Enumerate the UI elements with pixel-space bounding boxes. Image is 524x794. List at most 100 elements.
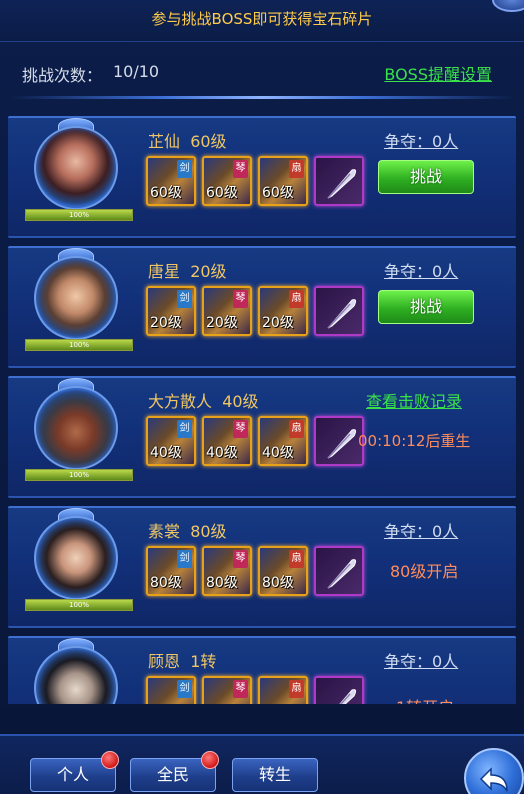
hp-text: 100% [68, 341, 89, 349]
reward-item-zither[interactable]: 琴 20级 [202, 286, 252, 336]
boss-list[interactable]: 100% 芷仙 60级 剑 60级 琴 60级 扇 60级 争夺：0人 挑战 1… [0, 112, 524, 704]
boss-name: 顾恩 [148, 652, 181, 671]
boss-name: 唐星 [148, 262, 181, 281]
reward-item-sword[interactable]: 剑 40级 [146, 416, 196, 466]
boss-portrait[interactable] [28, 508, 124, 604]
notice-text: 参与挑战BOSS即可获得宝石碎片 [151, 10, 373, 28]
reward-item-zither[interactable]: 琴 [202, 676, 252, 704]
boss-name: 素裳 [148, 522, 181, 541]
item-level: 20级 [150, 315, 182, 331]
reward-item-sword[interactable]: 剑 20级 [146, 286, 196, 336]
respawn-timer: 00:10:12后重生 [358, 432, 471, 450]
reward-item-sword[interactable]: 剑 [146, 676, 196, 704]
item-level: 20级 [262, 315, 294, 331]
reward-item-fan[interactable]: 扇 60级 [258, 156, 308, 206]
unlock-status: 1转开启 [396, 694, 454, 704]
contest-count[interactable]: 争夺：0人 [384, 128, 458, 152]
tab-personal-label: 个人 [56, 765, 89, 784]
hp-bar: 100% [25, 339, 133, 351]
notification-dot [201, 751, 219, 769]
boss-challenge-panel: 参与挑战BOSS即可获得宝石碎片 挑战次数： 10/10 BOSS提醒设置 10… [0, 0, 524, 794]
contest-count[interactable]: 争夺：0人 [384, 648, 458, 672]
boss-level: 80级 [190, 522, 227, 541]
fan-tag: 扇 [289, 160, 304, 178]
reward-item-zither[interactable]: 琴 60级 [202, 156, 252, 206]
boss-portrait[interactable] [28, 378, 124, 474]
boss-level: 20级 [190, 262, 227, 281]
reward-items: 剑 60级 琴 60级 扇 60级 [146, 156, 366, 210]
boss-card: 100% 唐星 20级 剑 20级 琴 20级 扇 20级 争夺：0人 挑战 [8, 246, 516, 368]
notification-dot [101, 751, 119, 769]
boss-reminder-settings-link[interactable]: BOSS提醒设置 [384, 61, 492, 85]
sword-tag: 剑 [177, 420, 192, 438]
item-level: 40级 [206, 445, 238, 461]
boss-card: 100% 素裳 80级 剑 80级 琴 80级 扇 80级 争夺：0人 80级开… [8, 506, 516, 628]
feather-icon [339, 689, 357, 704]
challenge-count-label: 挑战次数： [22, 66, 103, 85]
challenge-button[interactable]: 挑战 [378, 160, 474, 194]
sword-tag: 剑 [177, 160, 192, 178]
hp-bar: 100% [25, 209, 133, 221]
bottom-tab-bar: 个人 全民 转生 [0, 734, 524, 794]
zither-tag: 琴 [233, 290, 248, 308]
fan-tag: 扇 [289, 550, 304, 568]
avatar [34, 386, 118, 470]
tab-rebirth-label: 转生 [258, 765, 291, 784]
boss-name: 大方散人 [148, 392, 213, 411]
contest-count[interactable]: 争夺：0人 [384, 258, 458, 282]
reward-items: 剑 20级 琴 20级 扇 20级 [146, 286, 366, 340]
back-button[interactable] [464, 748, 524, 794]
reward-item-feather[interactable] [314, 156, 364, 206]
reward-item-feather[interactable] [314, 546, 364, 596]
boss-actions: 争夺：0人 80级开启 [360, 508, 510, 628]
avatar [34, 516, 118, 600]
zither-tag: 琴 [233, 680, 248, 698]
reward-item-fan[interactable]: 扇 20级 [258, 286, 308, 336]
fan-tag: 扇 [289, 420, 304, 438]
contest-count[interactable]: 争夺：0人 [384, 518, 458, 542]
avatar [34, 646, 118, 704]
boss-portrait[interactable] [28, 118, 124, 214]
reward-item-feather[interactable] [314, 286, 364, 336]
hp-text: 100% [68, 471, 89, 479]
boss-actions: 争夺：0人 挑战 [360, 118, 510, 238]
reward-item-sword[interactable]: 剑 60级 [146, 156, 196, 206]
tab-personal[interactable]: 个人 [30, 751, 119, 792]
fan-tag: 扇 [289, 290, 304, 308]
boss-level: 1转 [190, 652, 217, 671]
reward-item-fan[interactable]: 扇 [258, 676, 308, 704]
reward-item-feather[interactable] [314, 416, 364, 466]
boss-card: 100% 大方散人 40级 剑 40级 琴 40级 扇 40级 查看击败记录 0… [8, 376, 516, 498]
zither-tag: 琴 [233, 420, 248, 438]
feather-icon [327, 169, 357, 199]
item-level: 80级 [150, 575, 182, 591]
tab-all[interactable]: 全民 [130, 751, 219, 792]
reward-item-zither[interactable]: 琴 80级 [202, 546, 252, 596]
item-level: 60级 [150, 185, 182, 201]
reward-item-zither[interactable]: 琴 40级 [202, 416, 252, 466]
reward-items: 剑 80级 琴 80级 扇 80级 [146, 546, 366, 600]
boss-name-line: 顾恩 1转 [148, 648, 216, 672]
item-level: 80级 [262, 575, 294, 591]
reward-item-feather[interactable] [314, 676, 364, 704]
reward-item-sword[interactable]: 剑 80级 [146, 546, 196, 596]
boss-card: 100% 芷仙 60级 剑 60级 琴 60级 扇 60级 争夺：0人 挑战 [8, 116, 516, 238]
reward-item-fan[interactable]: 扇 40级 [258, 416, 308, 466]
item-level: 20级 [206, 315, 238, 331]
item-level: 60级 [262, 185, 294, 201]
boss-portrait[interactable] [28, 248, 124, 344]
boss-actions: 争夺：0人 1转开启 [360, 638, 510, 704]
avatar [34, 256, 118, 340]
reward-item-fan[interactable]: 扇 80级 [258, 546, 308, 596]
avatar [34, 126, 118, 210]
challenge-button[interactable]: 挑战 [378, 290, 474, 324]
boss-portrait[interactable] [28, 638, 124, 704]
feather-icon [327, 429, 357, 459]
reward-items: 剑 40级 琴 40级 扇 40级 [146, 416, 366, 470]
tab-rebirth[interactable]: 转生 [232, 758, 318, 792]
boss-name-line: 素裳 80级 [148, 518, 227, 542]
defeat-record-link[interactable]: 查看击败记录 [366, 388, 462, 412]
item-level: 40级 [150, 445, 182, 461]
boss-name-line: 唐星 20级 [148, 258, 227, 282]
boss-level: 60级 [190, 132, 227, 151]
